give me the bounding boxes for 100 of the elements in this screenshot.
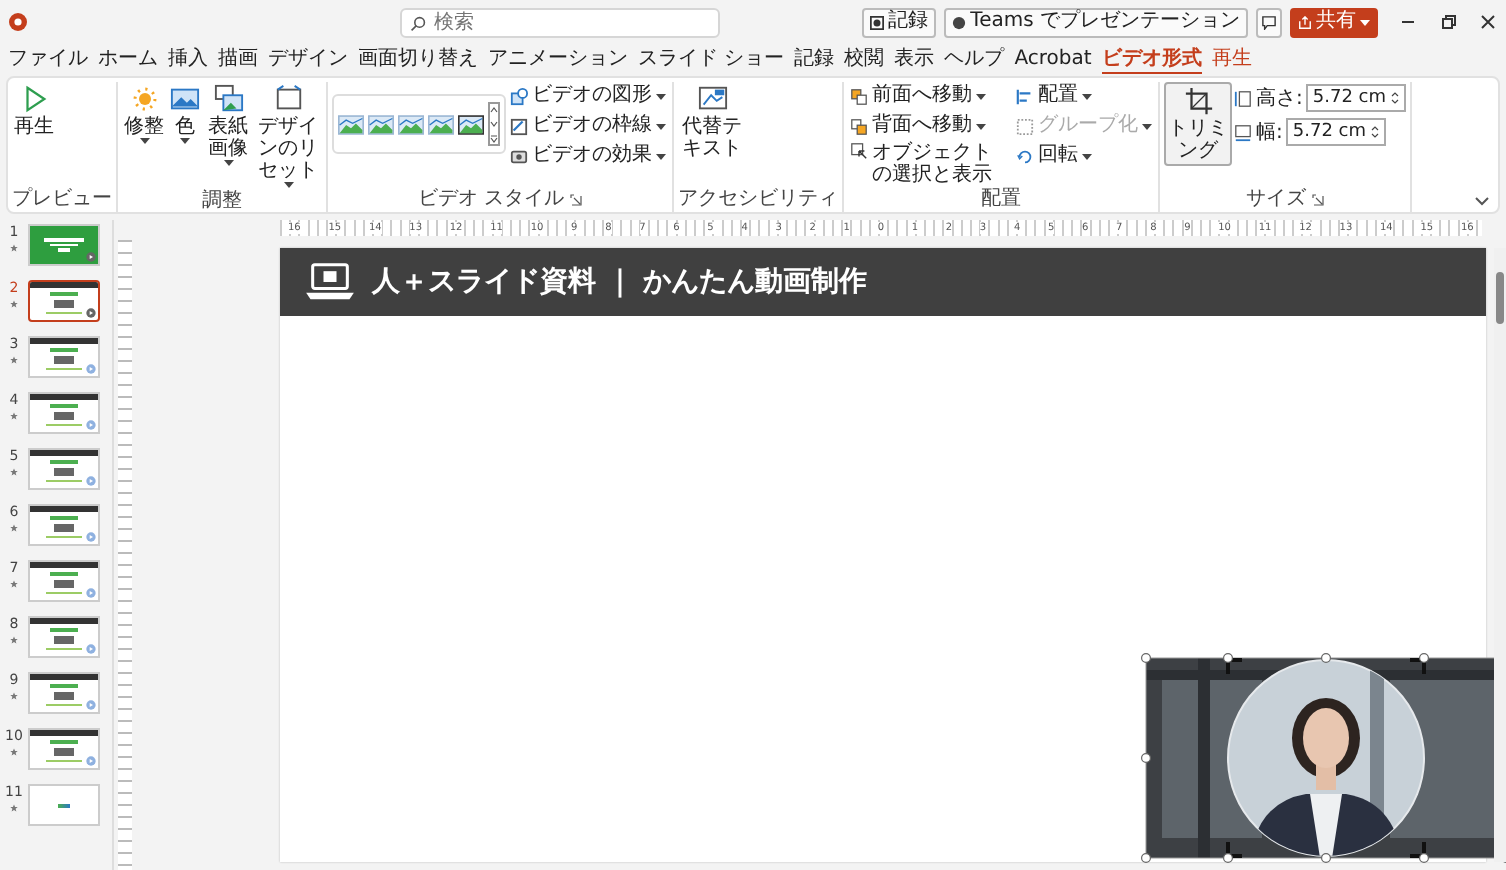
ribbon-button[interactable]: 修整 — [122, 82, 166, 146]
caret-icon — [976, 93, 986, 99]
play-badge-icon — [86, 420, 96, 430]
dot-icon — [952, 15, 967, 29]
ribbon-tab[interactable]: アニメーション — [488, 46, 628, 74]
crop-button[interactable]: トリミング — [1164, 82, 1232, 166]
size-field[interactable]: 5.72 cm — [1286, 118, 1386, 146]
group-label: プレビュー — [12, 188, 112, 212]
ribbon-tab[interactable]: 挿入 — [168, 46, 208, 74]
play-badge-icon — [86, 588, 96, 598]
comment-icon — [1262, 15, 1276, 29]
caret-icon — [1082, 153, 1092, 159]
ribbon-tab[interactable]: 画面切り替え — [358, 46, 478, 74]
width-icon — [1234, 123, 1252, 141]
ribbon-button[interactable]: ビデオの図形 — [508, 82, 668, 110]
star-icon — [10, 692, 18, 700]
ribbon-tab[interactable]: スライド ショー — [638, 46, 785, 74]
image-stack-icon — [213, 84, 243, 114]
slide-thumbnail[interactable] — [28, 280, 100, 322]
group-label: 配置 — [981, 188, 1021, 212]
ribbon-tab[interactable]: ヘルプ — [944, 46, 1005, 74]
picture-icon — [697, 84, 727, 114]
ribbon-button[interactable]: 前面へ移動 — [848, 82, 1012, 110]
caret-icon — [283, 182, 293, 188]
group-label: 調整 — [202, 190, 242, 214]
selection-pane-icon — [850, 142, 868, 160]
video-style-thumbnail[interactable] — [338, 113, 364, 135]
play-badge-icon — [86, 644, 96, 654]
collapse-ribbon-icon[interactable] — [1474, 196, 1490, 206]
ribbon-button[interactable]: 背面へ移動 — [848, 112, 1012, 140]
ribbon-tab[interactable]: ビデオ形式 — [1101, 46, 1202, 74]
search-field[interactable]: 検索 — [400, 7, 720, 37]
ribbon-tab[interactable]: 記録 — [794, 46, 835, 74]
play-badge-icon — [86, 364, 96, 374]
crop-icon — [1183, 86, 1213, 116]
ribbon-button[interactable]: 色 — [168, 82, 202, 146]
ribbon-tab[interactable]: 再生 — [1211, 46, 1252, 74]
video-style-thumbnail[interactable] — [398, 113, 424, 135]
rotate-icon — [1016, 147, 1034, 165]
outline-icon — [510, 117, 528, 135]
caret-icon — [656, 153, 666, 159]
app-logo-icon — [8, 12, 28, 32]
play-badge-icon — [86, 308, 96, 318]
ribbon-tab[interactable]: 描画 — [218, 46, 258, 74]
spinner-icon[interactable] — [1390, 90, 1400, 106]
alt-text-button[interactable]: 代替テキスト — [678, 82, 746, 162]
caret-icon — [1082, 93, 1092, 99]
ribbon-button[interactable]: オブジェクトの選択と表示 — [848, 142, 1012, 186]
record-button[interactable]: 記録 — [862, 7, 937, 37]
play-badge-icon — [86, 252, 96, 262]
size-field[interactable]: 5.72 cm — [1306, 84, 1406, 112]
dialog-launcher-icon[interactable] — [1312, 194, 1324, 206]
caret-icon — [139, 138, 149, 144]
ribbon-button[interactable]: ビデオの枠線 — [508, 112, 668, 140]
ribbon-button[interactable]: 配置 — [1014, 82, 1154, 110]
ribbon-tab[interactable]: Acrobat — [1014, 46, 1092, 74]
ribbon-button[interactable]: 表紙画像 — [204, 82, 252, 168]
caret-icon — [656, 123, 666, 129]
ribbon-tab[interactable]: ホーム — [98, 46, 158, 74]
star-icon — [10, 244, 18, 252]
caret-icon — [223, 160, 233, 166]
record-icon — [870, 15, 885, 29]
ribbon-button[interactable]: デザインのリセット — [254, 82, 322, 190]
ribbon-tab[interactable]: デザイン — [268, 46, 348, 74]
play-badge-icon — [86, 700, 96, 710]
star-icon — [10, 468, 18, 476]
group-label: ビデオ スタイル — [417, 188, 565, 212]
ribbon-tab[interactable]: 校閲 — [844, 46, 885, 74]
video-style-thumbnail[interactable] — [428, 113, 454, 135]
field-label: 高さ: — [1256, 85, 1303, 112]
restore-icon[interactable] — [1438, 12, 1458, 32]
search-icon — [410, 15, 426, 31]
slide-title: 人＋スライド資料 ｜ かんたん動画制作 — [372, 264, 868, 300]
ribbon-button[interactable]: 回転 — [1014, 142, 1154, 170]
star-icon — [10, 524, 18, 532]
share-button[interactable]: 共有 — [1290, 7, 1378, 37]
close-icon[interactable] — [1478, 12, 1498, 32]
play-badge-icon — [86, 756, 96, 766]
spinner-icon[interactable] — [1370, 124, 1380, 140]
gallery-scroll-icon[interactable] — [488, 102, 500, 146]
field-label: 幅: — [1256, 120, 1283, 146]
video-style-thumbnail[interactable] — [368, 113, 394, 135]
caret-icon — [1142, 123, 1152, 129]
send-backward-icon — [850, 117, 868, 135]
ribbon-tab[interactable]: 表示 — [894, 46, 935, 74]
group-icon — [1016, 117, 1034, 135]
star-icon — [10, 748, 18, 756]
dialog-launcher-icon[interactable] — [570, 194, 583, 206]
play-badge-icon — [86, 532, 96, 542]
present-in-teams-button[interactable]: Teams でプレゼンテーション — [944, 7, 1248, 37]
video-style-thumbnail[interactable] — [458, 113, 484, 135]
height-icon — [1234, 89, 1252, 107]
ribbon-tab[interactable]: ファイル — [8, 46, 88, 74]
group-label: アクセシビリティ — [678, 188, 838, 212]
play-button[interactable]: 再生 — [12, 82, 56, 140]
play-badge-icon — [86, 476, 96, 486]
laptop-icon — [304, 262, 356, 302]
comments-button[interactable] — [1256, 7, 1282, 37]
share-icon — [1298, 15, 1312, 29]
ribbon-button[interactable]: ビデオの効果 — [508, 142, 668, 170]
